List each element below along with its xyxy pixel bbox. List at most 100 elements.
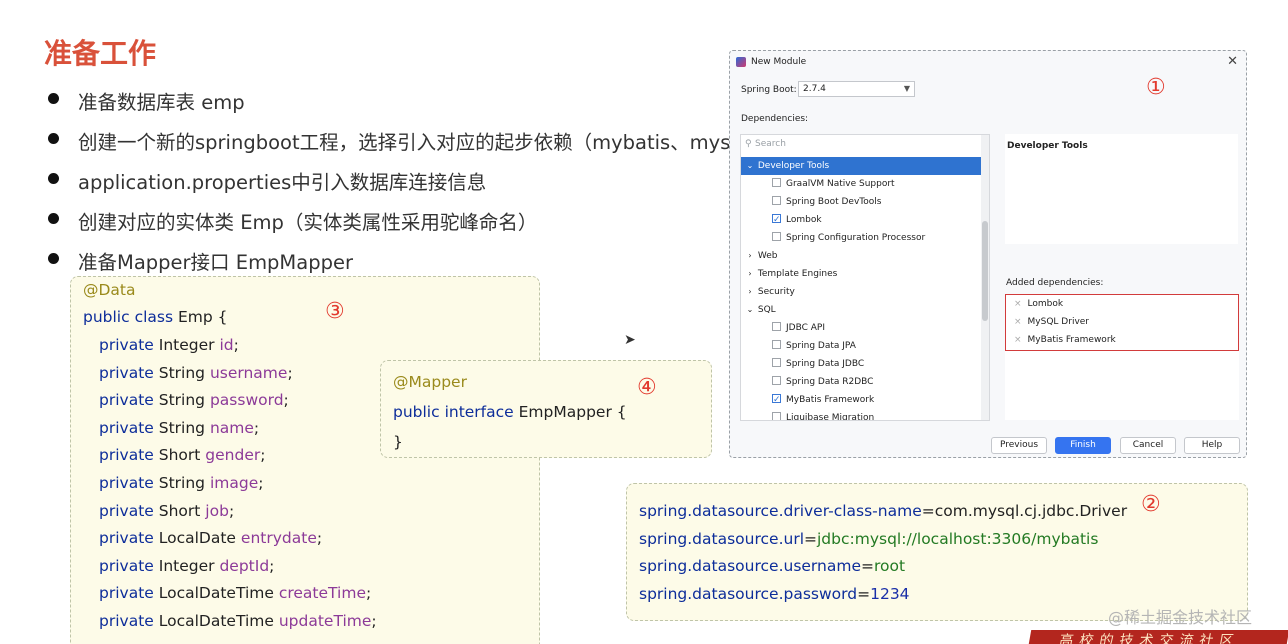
tree-category[interactable]: › Template Engines [741,265,989,283]
tree-category[interactable]: › Security [741,283,989,301]
step-marker-3: ③ [325,299,345,324]
code-keyword: private [99,584,154,603]
code-close-brace: } [393,433,403,451]
mouse-cursor-icon: ➤ [624,331,636,347]
property-value: root [874,557,906,576]
chevron-right-icon[interactable]: › [745,247,755,265]
tree-dependency-item[interactable]: Spring Data JDBC [741,355,989,373]
code-field-name: createTime [278,584,366,603]
tree-dependency-item[interactable]: Spring Configuration Processor [741,229,989,247]
chevron-right-icon[interactable]: › [745,265,755,283]
code-field-line: private String image; [99,474,263,492]
code-type: Short [158,501,201,520]
remove-icon[interactable]: × [1014,317,1022,327]
tree-dependency-label: Spring Data R2DBC [786,377,874,387]
dependency-checkbox[interactable] [772,340,781,349]
intellij-logo-icon [736,57,746,67]
code-semicolon: ; [258,474,264,492]
property-equals: = [857,584,871,603]
dependency-checkbox[interactable] [772,358,781,367]
code-type: String [158,474,206,492]
code-semicolon: ; [316,529,323,548]
finish-button[interactable]: Finish [1055,437,1111,454]
tree-category-label: Template Engines [757,269,838,279]
code-keyword: private [99,529,154,548]
code-field-line: private String name; [99,419,259,437]
dependency-checkbox[interactable] [772,412,781,420]
spring-boot-version-select[interactable]: 2.7.4 ▼ [798,81,915,97]
tree-dependency-label: Spring Configuration Processor [786,233,926,243]
tree-category[interactable]: ⌄ Developer Tools [741,157,989,175]
code-field-line: private String username; [99,364,293,382]
tree-dependency-item[interactable]: MyBatis Framework [741,391,989,409]
tree-dependency-item[interactable]: GraalVM Native Support [741,175,989,193]
remove-icon[interactable]: × [1014,299,1022,309]
chevron-down-icon[interactable]: ⌄ [745,157,755,175]
tree-dependency-item[interactable]: Liquibase Migration [741,409,989,420]
code-type: String [158,418,206,437]
tree-dependency-label: Spring Data JPA [786,341,856,351]
code-semicolon: ; [371,612,377,630]
remove-icon[interactable]: × [1014,335,1022,345]
code-semicolon: ; [287,363,293,382]
scrollbar[interactable] [981,135,989,420]
mapper-code-box: @Mapper public interface EmpMapper { } ④ [380,360,712,458]
added-dependency-item[interactable]: × MySQL Driver [1014,313,1089,331]
tree-category-label: Security [757,287,795,297]
dependency-checkbox[interactable] [772,196,781,205]
property-equals: = [921,502,935,520]
added-dependency-item[interactable]: × MyBatis Framework [1014,331,1116,349]
code-field-name: name [209,418,254,437]
banner-text: 高校的技术交流社区 [1058,632,1241,644]
property-key: spring.datasource.driver-class-name [639,502,922,520]
added-dependency-item[interactable]: × Lombok [1014,295,1063,313]
code-class-name: Emp { [177,308,228,326]
bullet-item: 创建一个新的springboot工程，选择引入对应的起步依赖（mybatis、m… [46,124,746,164]
code-type: String [158,391,206,410]
tree-category[interactable]: ⌄ SQL [741,301,989,319]
code-keyword: private [99,418,154,437]
dependency-tree[interactable]: ⚲ Search ⌄ Developer Tools GraalVM Native … [740,134,990,421]
chevron-right-icon[interactable]: › [745,283,755,301]
code-keyword: private [99,446,154,465]
tree-dependency-label: MyBatis Framework [786,395,875,405]
code-field-name: gender [205,446,261,465]
tree-dependency-label: Spring Boot DevTools [786,197,882,207]
code-semicolon: ; [269,556,275,575]
corner-banner: 高校的技术交流社区 [1028,630,1288,644]
code-semicolon: ; [233,336,239,354]
cancel-button[interactable]: Cancel [1120,437,1176,454]
previous-button[interactable]: Previous [991,437,1047,454]
code-field-line: private LocalDateTime createTime; [99,584,371,602]
dependency-checkbox[interactable] [772,322,781,331]
step-marker-1: ① [1146,75,1166,100]
tree-dependency-item[interactable]: Spring Data JPA [741,337,989,355]
search-input[interactable]: ⚲ Search [745,139,786,153]
dependency-checkbox[interactable] [772,376,781,385]
tree-dependency-item[interactable]: Lombok [741,211,989,229]
chevron-down-icon[interactable]: ⌄ [745,301,755,319]
scrollbar-thumb[interactable] [982,221,988,321]
code-keyword: public interface [393,403,514,421]
dependency-checkbox[interactable] [772,391,781,409]
tree-dependency-item[interactable]: Spring Data R2DBC [741,373,989,391]
bullet-item: 创建对应的实体类 Emp（实体类属性采用驼峰命名） [46,204,746,244]
property-line: spring.datasource.url=jdbc:mysql://local… [639,530,1098,548]
code-field-line: private LocalDateTime updateTime; [99,612,377,630]
help-button[interactable]: Help [1184,437,1240,454]
property-equals: = [804,529,817,548]
step-marker-4: ④ [637,375,657,400]
dependency-checkbox[interactable] [772,178,781,187]
dependency-checkbox[interactable] [772,211,781,229]
tree-dependency-item[interactable]: JDBC API [741,319,989,337]
properties-code-box: spring.datasource.driver-class-name=com.… [626,483,1248,621]
code-class-decl: public class Emp { [83,308,228,326]
code-field-line: private Short job; [99,502,234,520]
tree-category[interactable]: › Web [741,247,989,265]
close-icon[interactable]: ✕ [1227,54,1238,69]
code-field-name: entrydate [240,529,317,548]
tree-dependency-item[interactable]: Spring Boot DevTools [741,193,989,211]
added-dependency-label: MySQL Driver [1027,317,1090,327]
code-field-name: password [209,391,284,410]
dependency-checkbox[interactable] [772,232,781,241]
